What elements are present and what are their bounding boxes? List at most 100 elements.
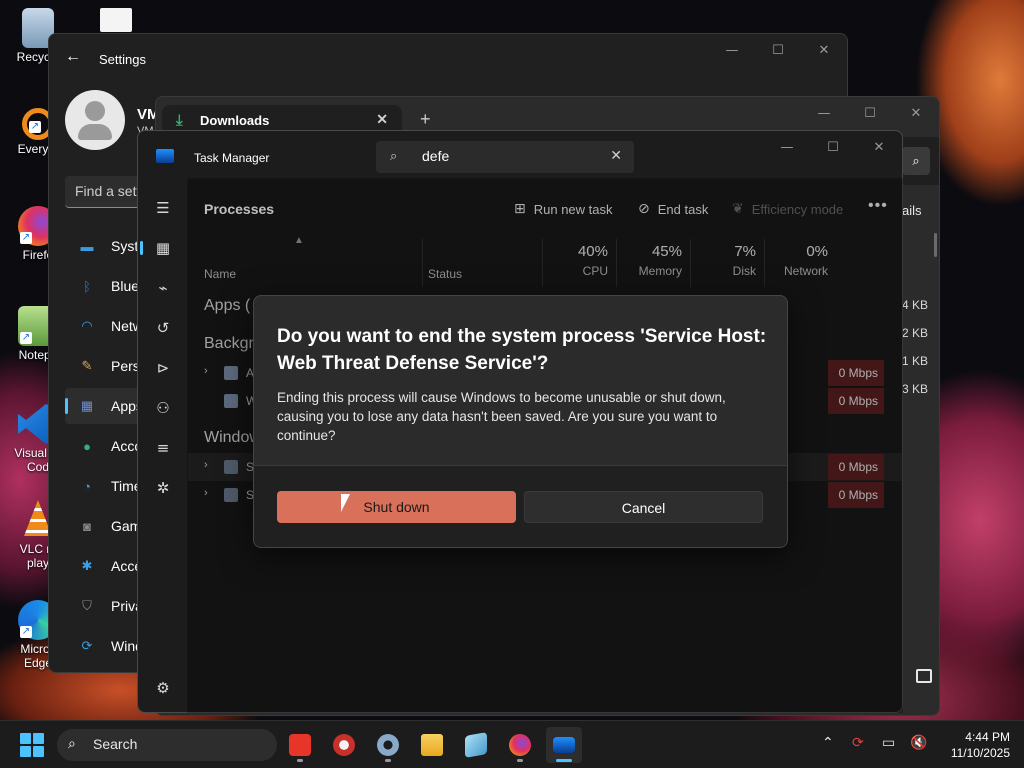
minimize-icon[interactable]: —: [764, 131, 810, 163]
taskbar-app-anydesk[interactable]: [282, 727, 318, 763]
settings-caption-buttons: — ☐ ✕: [709, 34, 847, 66]
firefox-icon: [509, 734, 531, 756]
start-button[interactable]: [20, 733, 44, 757]
task-manager-sidebar: ☰ ▦ ⌁ ↺ ⊳ ⚇ ≡ ✲ ⚙: [138, 179, 188, 712]
desktop-icon-file[interactable]: [80, 8, 152, 34]
taskbar-app-notepad[interactable]: [458, 727, 494, 763]
taskbar-app-file-explorer[interactable]: [414, 727, 450, 763]
right-value: 1 KB: [902, 354, 929, 368]
services-nav-icon[interactable]: ✲: [150, 475, 176, 501]
paintbrush-icon: ✎: [81, 358, 93, 373]
bluetooth-icon: ᛒ: [83, 278, 91, 294]
windows-logo-icon: [20, 746, 31, 757]
clock[interactable]: 4:44 PM 11/10/2025: [930, 729, 1010, 761]
clear-search-icon[interactable]: ✕: [610, 147, 622, 164]
task-manager-caption-buttons: — ☐ ✕: [764, 131, 902, 163]
shield-icon: ⛉: [82, 598, 92, 613]
end-process-dialog: Do you want to end the system process 'S…: [253, 295, 788, 548]
close-icon[interactable]: ✕: [893, 97, 939, 129]
process-search-input[interactable]: ⌕ defe ✕: [376, 141, 634, 173]
dialog-footer: Shut down Cancel: [254, 465, 787, 547]
running-indicator: [556, 759, 572, 762]
maximize-icon[interactable]: ☐: [847, 97, 893, 129]
download-icon: ⤓: [176, 112, 183, 129]
folder-icon: [421, 734, 443, 756]
windows-logo-icon: [33, 733, 44, 744]
taskbar-search[interactable]: ⌕ Search: [57, 729, 277, 761]
right-value: 2 KB: [902, 326, 929, 340]
shortcut-arrow-icon: ↗: [20, 626, 32, 638]
right-value: 4 KB: [902, 298, 929, 312]
search-icon: ⌕: [68, 735, 76, 751]
clock-date: 11/10/2025: [950, 746, 1010, 760]
processes-nav-icon[interactable]: ▦: [140, 235, 176, 261]
chevron-up-icon[interactable]: ⌃: [822, 735, 834, 751]
startup-apps-nav-icon[interactable]: ⊳: [150, 355, 176, 381]
accessibility-icon: ✱: [81, 558, 93, 573]
right-value: 3 KB: [902, 382, 929, 396]
clock-globe-icon: ◔: [83, 478, 91, 494]
mouse-cursor-icon: [341, 494, 350, 512]
dialog-message: Ending this process will cause Windows t…: [277, 390, 726, 443]
tab-label: Downloads: [200, 113, 270, 128]
new-tab-icon[interactable]: +: [420, 109, 431, 130]
minimize-icon[interactable]: —: [709, 34, 755, 66]
shortcut-arrow-icon: ↗: [29, 121, 41, 133]
account-icon: ●: [83, 438, 91, 454]
shortcut-arrow-icon: ↗: [20, 232, 32, 244]
taskbar-app-settings[interactable]: [370, 727, 406, 763]
details-link[interactable]: ails: [902, 203, 922, 218]
taskbar-app-firefox[interactable]: [502, 727, 538, 763]
users-nav-icon[interactable]: ⚇: [150, 395, 176, 421]
search-value: defe: [422, 148, 450, 164]
sync-alert-icon[interactable]: ⟳: [852, 735, 864, 751]
cancel-button[interactable]: Cancel: [524, 491, 763, 523]
clock-time: 4:44 PM: [965, 730, 1010, 744]
view-toggle-icon[interactable]: [916, 669, 932, 683]
taskbar: ⌕ Search ⌃ ⟳ ▭ 🔇 4:44 PM 11/10/2025: [0, 720, 1024, 768]
gamepad-icon: ◙: [83, 518, 91, 534]
minimize-icon[interactable]: —: [801, 97, 847, 129]
close-tab-icon[interactable]: ✕: [376, 111, 388, 128]
wifi-icon: ◠: [81, 318, 93, 333]
avatar[interactable]: [65, 90, 125, 150]
monitor-icon: ▬: [80, 238, 94, 254]
details-nav-icon[interactable]: ≡: [150, 435, 176, 461]
running-indicator: [385, 759, 391, 762]
notepad-icon: [465, 732, 487, 758]
windows-update-icon: ⟳: [81, 638, 93, 653]
search-icon: ⌕: [390, 148, 398, 163]
shortcut-arrow-icon: ↗: [20, 332, 32, 344]
running-indicator: [517, 759, 523, 762]
task-manager-title: Task Manager: [194, 151, 270, 165]
dialog-title: Do you want to end the system process 'S…: [277, 326, 767, 374]
task-manager-icon: [553, 737, 575, 753]
taskbar-app-remote[interactable]: [326, 727, 362, 763]
remote-viewer-icon: [333, 734, 355, 756]
hamburger-menu-icon[interactable]: ☰: [150, 195, 176, 221]
shut-down-button[interactable]: Shut down: [277, 491, 516, 523]
running-indicator: [297, 759, 303, 762]
maximize-icon[interactable]: ☐: [810, 131, 856, 163]
back-arrow-icon[interactable]: ←: [65, 48, 81, 66]
maximize-icon[interactable]: ☐: [755, 34, 801, 66]
windows-logo-icon: [33, 746, 44, 757]
scrollbar[interactable]: [934, 233, 937, 257]
windows-logo-icon: [20, 733, 31, 744]
document-icon: [100, 8, 132, 32]
close-icon[interactable]: ✕: [856, 131, 902, 163]
settings-title: Settings: [99, 52, 146, 67]
display-icon[interactable]: ▭: [882, 735, 895, 751]
settings-gear-icon[interactable]: ⚙: [150, 675, 176, 701]
search-icon[interactable]: ⌕: [902, 147, 930, 175]
close-icon[interactable]: ✕: [801, 34, 847, 66]
anydesk-icon: [289, 734, 311, 756]
performance-nav-icon[interactable]: ⌁: [150, 275, 176, 301]
apps-icon: ▦: [80, 398, 94, 413]
taskbar-app-task-manager[interactable]: [546, 727, 582, 763]
downloads-caption-buttons: — ☐ ✕: [801, 97, 939, 129]
speaker-muted-icon[interactable]: 🔇: [910, 735, 927, 751]
task-manager-logo-icon: [156, 149, 174, 163]
app-history-nav-icon[interactable]: ↺: [150, 315, 176, 341]
gear-icon: [377, 734, 399, 756]
